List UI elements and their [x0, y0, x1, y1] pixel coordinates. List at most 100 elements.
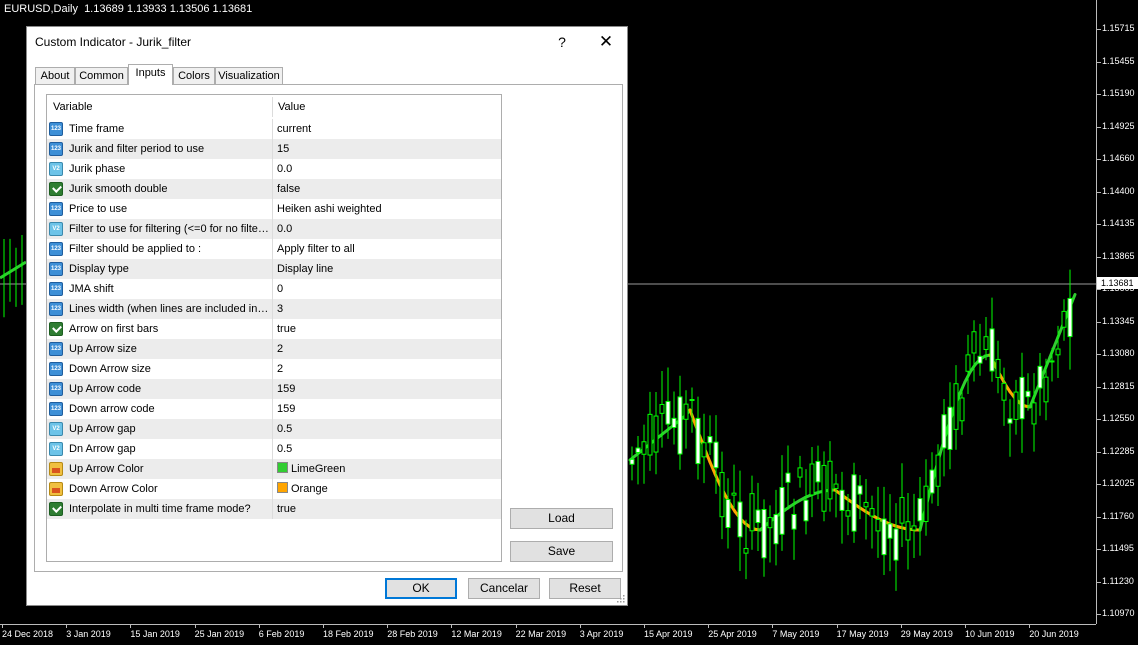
row-value-text: LimeGreen [291, 463, 345, 475]
price-tick: 1.12550 [1102, 413, 1135, 423]
grid-row[interactable]: 123Filter should be applied to :Apply fi… [47, 239, 501, 259]
grid-row[interactable]: Interpolate in multi time frame mode?tru… [47, 499, 501, 519]
row-value[interactable]: 0 [277, 279, 283, 299]
candle-body [720, 473, 724, 517]
candle-body [870, 509, 874, 516]
boolean-param-icon [49, 322, 63, 336]
row-value[interactable]: Display line [277, 259, 333, 279]
row-value[interactable]: 0.5 [277, 419, 292, 439]
tab-common[interactable]: Common [75, 67, 128, 85]
row-value[interactable]: 0.5 [277, 439, 292, 459]
candle-body [912, 526, 916, 530]
ok-button[interactable]: OK [385, 578, 457, 599]
grid-row[interactable]: 123Up Arrow code159 [47, 379, 501, 399]
tab-visualization[interactable]: Visualization [215, 67, 283, 85]
row-variable: Down Arrow size [69, 359, 269, 379]
column-header-variable[interactable]: Variable [53, 95, 93, 119]
cancel-button[interactable]: Cancelar [468, 578, 540, 599]
column-header-value[interactable]: Value [278, 95, 305, 119]
integer-param-icon: 123 [49, 362, 63, 376]
row-value[interactable]: 159 [277, 399, 295, 419]
grid-row[interactable]: V2Dn Arrow gap0.5 [47, 439, 501, 459]
candle-body [666, 401, 670, 424]
inputs-grid[interactable]: Variable Value 123Time framecurrent123Ju… [46, 94, 502, 562]
tab-about[interactable]: About [35, 67, 75, 85]
integer-param-icon: 123 [49, 202, 63, 216]
price-tick: 1.10970 [1102, 608, 1135, 618]
row-value[interactable]: 159 [277, 379, 295, 399]
save-button[interactable]: Save [510, 541, 613, 562]
double-param-icon: V2 [49, 422, 63, 436]
candle-body [984, 337, 988, 350]
grid-row[interactable]: 123Price to useHeiken ashi weighted [47, 199, 501, 219]
grid-row[interactable]: 123 Down Arrow size 2 [47, 359, 501, 379]
reset-button[interactable]: Reset [549, 578, 621, 599]
date-tick: 15 Jan 2019 [130, 629, 180, 639]
tab-colors[interactable]: Colors [173, 67, 215, 85]
row-value[interactable]: Heiken ashi weighted [277, 199, 382, 219]
integer-param-icon: 123 [49, 242, 63, 256]
help-button[interactable]: ? [548, 30, 576, 54]
candle-body [798, 468, 802, 477]
grid-row[interactable]: 123Time framecurrent [47, 119, 501, 139]
row-divider [272, 219, 273, 239]
row-value[interactable]: true [277, 319, 296, 339]
integer-param-icon: 123 [49, 142, 63, 156]
grid-row[interactable]: V2Filter to use for filtering (<=0 for n… [47, 219, 501, 239]
row-value[interactable]: 0.0 [277, 219, 292, 239]
row-variable: Up Arrow Color [69, 459, 269, 479]
double-param-icon: V2 [49, 442, 63, 456]
price-tick: 1.13865 [1102, 251, 1135, 261]
price-tick: 1.14400 [1102, 186, 1135, 196]
grid-row[interactable]: 123Down arrow code159 [47, 399, 501, 419]
custom-indicator-dialog: Custom Indicator - Jurik_filter ? ✕ Abou… [26, 26, 628, 606]
candle-body [1032, 403, 1036, 424]
row-value[interactable]: 2 [277, 339, 283, 359]
row-value[interactable]: 2 [277, 359, 283, 379]
candle-body [732, 493, 736, 495]
row-value[interactable]: 0.0 [277, 159, 292, 179]
date-tick: 20 Jun 2019 [1029, 629, 1079, 639]
candle-body [1026, 391, 1030, 396]
grid-row[interactable]: Arrow on first barstrue [47, 319, 501, 339]
grid-row[interactable]: 123Up Arrow size2 [47, 339, 501, 359]
row-value[interactable]: Orange [277, 479, 328, 499]
row-value[interactable]: current [277, 119, 311, 139]
price-tick: 1.13345 [1102, 316, 1135, 326]
price-axis[interactable]: 1.157151.154551.151901.149251.146601.144… [1096, 0, 1138, 624]
row-value[interactable]: 15 [277, 139, 289, 159]
candle-body [630, 459, 634, 464]
grid-row[interactable]: Jurik smooth doublefalse [47, 179, 501, 199]
grid-row[interactable]: V2Jurik phase0.0 [47, 159, 501, 179]
grid-row[interactable]: 123JMA shift0 [47, 279, 501, 299]
load-button[interactable]: Load [510, 508, 613, 529]
grid-row[interactable]: 123Display typeDisplay line [47, 259, 501, 279]
candle-body [954, 384, 958, 430]
row-divider [272, 379, 273, 399]
date-tick: 10 Jun 2019 [965, 629, 1015, 639]
row-value[interactable]: LimeGreen [277, 459, 345, 479]
close-button[interactable]: ✕ [592, 30, 620, 54]
column-divider[interactable] [272, 97, 273, 117]
price-tick: 1.15715 [1102, 23, 1135, 33]
grid-row[interactable]: 123Jurik and filter period to use15 [47, 139, 501, 159]
row-value[interactable]: false [277, 179, 300, 199]
row-divider [272, 259, 273, 279]
grid-row[interactable]: 123Lines width (when lines are included … [47, 299, 501, 319]
row-divider [272, 439, 273, 459]
row-value[interactable]: true [277, 499, 296, 519]
date-tick: 7 May 2019 [772, 629, 819, 639]
resize-grip-icon[interactable] [615, 593, 625, 603]
grid-row[interactable]: V2Up Arrow gap0.5 [47, 419, 501, 439]
row-value[interactable]: 3 [277, 299, 283, 319]
tab-inputs[interactable]: Inputs [128, 64, 173, 85]
candle-body [1002, 383, 1006, 400]
row-value[interactable]: Apply filter to all [277, 239, 355, 259]
candle-body [882, 519, 886, 555]
date-axis[interactable]: 24 Dec 20183 Jan 201915 Jan 201925 Jan 2… [0, 624, 1096, 645]
double-param-icon: V2 [49, 222, 63, 236]
row-value-text: 0.0 [277, 223, 292, 235]
candle-body [1008, 419, 1012, 423]
grid-row[interactable]: Up Arrow Color LimeGreen [47, 459, 501, 479]
grid-row[interactable]: Down Arrow ColorOrange [47, 479, 501, 499]
